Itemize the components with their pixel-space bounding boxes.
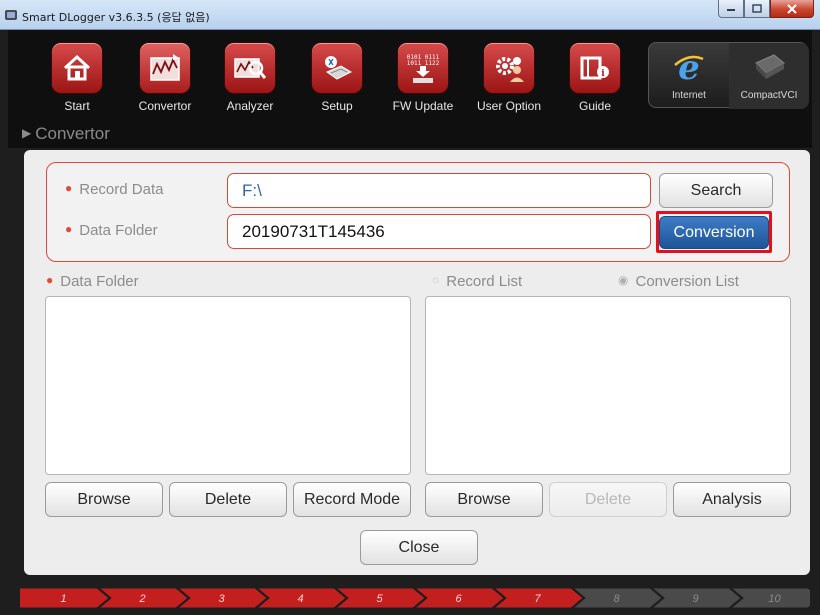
header: Start Convertor Analyzer Setup 0101 0111… — [8, 30, 812, 148]
left-delete-button[interactable]: Delete — [169, 482, 287, 517]
analysis-button[interactable]: Analysis — [673, 482, 791, 517]
bullet-icon: ● — [65, 222, 73, 236]
analyzer-icon — [234, 58, 267, 79]
fw-update-icon: 0101 0111 1011 1122 — [407, 54, 440, 83]
step-label: 10 — [768, 593, 781, 605]
compactvci-icon — [755, 54, 785, 79]
step-3: 3 — [177, 588, 268, 608]
step-label: 5 — [376, 593, 383, 605]
step-label: 4 — [297, 593, 303, 605]
window-controls — [718, 0, 814, 20]
data-folder-section-label: ● Data Folder — [46, 273, 139, 290]
step-label: 6 — [455, 593, 462, 605]
toolbar-analyzer-label: Analyzer — [226, 99, 274, 113]
maximize-button[interactable] — [744, 0, 770, 18]
svg-text:i: i — [601, 69, 605, 79]
convertor-panel: ● Record Data F:\ Search ● Data Folder 201… — [24, 150, 810, 575]
step-label: 2 — [138, 593, 145, 605]
record-list-option[interactable]: ○ Record List — [432, 273, 522, 290]
close-icon — [787, 3, 797, 14]
link-internet-label: Internet — [672, 90, 706, 101]
internet-explorer-icon: e — [674, 49, 704, 85]
toolbar-analyzer[interactable]: Analyzer — [215, 40, 285, 120]
step-label: 8 — [613, 593, 620, 605]
maximize-icon — [752, 4, 762, 13]
bullet-icon: ● — [65, 181, 73, 195]
search-button[interactable]: Search — [659, 173, 773, 208]
conversion-list[interactable] — [425, 296, 791, 475]
guide-icon: i — [580, 56, 609, 80]
step-5: 5 — [335, 588, 426, 608]
toolbar-guide[interactable]: i Guide — [560, 40, 630, 120]
conversion-list-option[interactable]: ◉ Conversion List — [618, 273, 739, 290]
step-9: 9 — [651, 588, 742, 608]
step-6: 6 — [414, 588, 505, 608]
svg-text:1011 1122: 1011 1122 — [407, 60, 440, 67]
step-label: 9 — [692, 593, 698, 605]
data-folder-label: Data Folder — [79, 222, 158, 239]
setup-icon — [325, 56, 353, 80]
data-folder-row-label: ● Data Folder — [65, 222, 158, 239]
link-compactvci[interactable]: CompactVCI — [729, 43, 809, 109]
radio-selected-icon: ◉ — [618, 273, 629, 287]
link-compactvci-label: CompactVCI — [740, 90, 798, 101]
svg-text:e: e — [678, 49, 700, 85]
toolbar-user-option-label: User Option — [476, 99, 542, 113]
close-button[interactable]: Close — [360, 530, 478, 565]
step-10: 10 — [730, 588, 810, 608]
record-data-row-label: ● Record Data — [65, 181, 163, 198]
step-progress-bar: 1 2 3 4 5 6 7 8 9 10 — [20, 588, 810, 608]
minimize-icon — [727, 8, 735, 11]
home-icon — [63, 54, 91, 81]
radio-unselected-icon: ○ — [432, 273, 440, 287]
data-folder-list[interactable] — [45, 296, 411, 475]
breadcrumb-arrow-icon: ▶ — [22, 126, 32, 140]
step-2: 2 — [98, 588, 189, 608]
step-8: 8 — [572, 588, 663, 608]
step-7: 7 — [493, 588, 584, 608]
toolbar-fw-update-label: FW Update — [392, 99, 454, 113]
record-data-label: Record Data — [79, 181, 164, 198]
conversion-list-label: Conversion List — [635, 273, 739, 290]
toolbar-guide-label: Guide — [578, 99, 612, 113]
minimize-button[interactable] — [718, 0, 744, 18]
step-1: 1 — [20, 588, 110, 608]
breadcrumb: ▶ Convertor — [22, 124, 110, 144]
toolbar-user-option[interactable]: User Option — [474, 40, 544, 120]
link-group: e Internet CompactVCI — [648, 42, 809, 109]
conversion-button-highlight — [656, 211, 772, 253]
data-folder-field[interactable]: 20190731T145436 — [227, 214, 651, 249]
step-label: 1 — [60, 593, 66, 605]
close-window-button[interactable] — [770, 0, 814, 18]
link-internet[interactable]: e Internet — [649, 43, 729, 109]
step-label: 7 — [534, 593, 541, 605]
toolbar-start-label: Start — [64, 99, 90, 113]
user-option-icon — [496, 57, 524, 82]
toolbar-setup[interactable]: Setup — [302, 40, 372, 120]
left-browse-button[interactable]: Browse — [45, 482, 163, 517]
toolbar-setup-label: Setup — [321, 99, 353, 113]
record-mode-button[interactable]: Record Mode — [293, 482, 411, 517]
toolbar-convertor-label: Convertor — [138, 99, 192, 113]
breadcrumb-text: Convertor — [35, 124, 110, 143]
step-4: 4 — [256, 588, 347, 608]
toolbar-fw-update[interactable]: 0101 0111 1011 1122 FW Update — [388, 40, 458, 120]
record-list-label: Record List — [446, 273, 523, 290]
window-title: Smart DLogger v3.6.3.5 (응답 없음) — [22, 11, 210, 24]
data-folder-section-text: Data Folder — [60, 273, 139, 290]
right-browse-button[interactable]: Browse — [425, 482, 543, 517]
convertor-icon — [150, 54, 180, 81]
window-titlebar: Smart DLogger v3.6.3.5 (응답 없음) — [0, 0, 820, 30]
toolbar-start[interactable]: Start — [42, 40, 112, 120]
record-data-field[interactable]: F:\ — [227, 173, 651, 208]
app-icon — [5, 10, 17, 20]
bullet-icon: ● — [46, 273, 54, 287]
step-label: 3 — [218, 593, 225, 605]
toolbar-convertor[interactable]: Convertor — [130, 40, 200, 120]
right-delete-button: Delete — [549, 482, 667, 517]
main-toolbar: Start Convertor Analyzer Setup 0101 0111… — [8, 30, 812, 120]
